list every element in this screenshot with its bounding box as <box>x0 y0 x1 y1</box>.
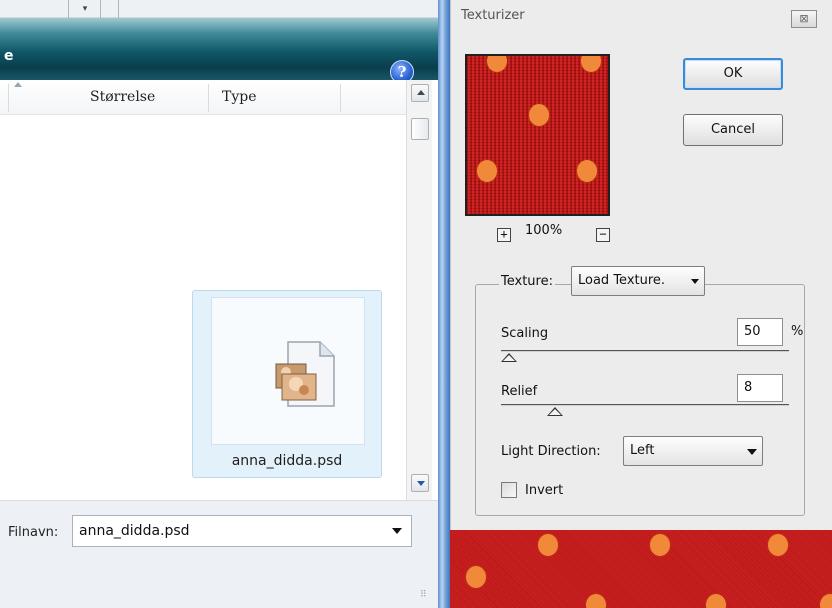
preview-dot <box>529 104 549 126</box>
dropdown-icon[interactable]: ▾ <box>74 2 96 16</box>
scroll-down-button[interactable] <box>411 474 429 492</box>
canvas-dot <box>768 534 788 556</box>
light-direction-select[interactable]: Left <box>623 436 763 466</box>
scaling-input[interactable]: 50 <box>737 318 783 346</box>
arrow-up-icon <box>417 90 425 95</box>
canvas-dot <box>650 534 670 556</box>
ok-button[interactable]: OK <box>683 58 783 90</box>
scrollbar-thumb[interactable] <box>411 118 429 140</box>
texturizer-dialog: Texturizer ⊠ + 100% − OK Cancel Texture:… <box>450 0 832 530</box>
resize-grip-icon[interactable]: ⠿ <box>420 590 427 600</box>
canvas-dot <box>466 566 486 588</box>
strip-separator <box>68 0 69 18</box>
texture-preview[interactable] <box>465 54 610 216</box>
filename-dropdown-icon[interactable] <box>392 528 402 534</box>
scaling-unit: % <box>791 324 804 339</box>
relief-input[interactable]: 8 <box>737 374 783 402</box>
scroll-up-button[interactable] <box>411 84 429 102</box>
column-header: Størrelse Type <box>0 80 406 115</box>
filename-input[interactable]: anna_didda.psd <box>72 515 412 547</box>
zoom-out-button[interactable]: − <box>596 228 610 242</box>
strip-separator <box>100 0 101 18</box>
column-separator <box>208 84 209 112</box>
preview-dot <box>577 160 597 182</box>
texture-select[interactable]: Load Texture. <box>571 266 705 296</box>
light-direction-dropdown-icon[interactable] <box>747 449 757 455</box>
dialog-titlebar: e ? <box>0 18 438 84</box>
canvas-dot <box>586 594 606 608</box>
canvas-dot <box>706 594 726 608</box>
column-separator <box>8 84 9 112</box>
column-size[interactable]: Størrelse <box>90 80 155 115</box>
strip-separator <box>118 0 119 18</box>
texture-label: Texture: <box>499 274 555 289</box>
canvas-dot <box>538 534 558 556</box>
filename-panel: Filnavn: anna_didda.psd <box>0 500 438 608</box>
close-icon[interactable]: ⊠ <box>791 10 817 28</box>
relief-label: Relief <box>501 384 538 399</box>
scaling-label: Scaling <box>501 326 549 341</box>
cancel-button[interactable]: Cancel <box>683 114 783 146</box>
sort-caret-icon <box>14 82 22 87</box>
preview-dot <box>487 56 507 72</box>
dialog-title: e <box>4 48 14 64</box>
address-strip: ▾ <box>0 0 438 18</box>
psd-file-icon <box>275 341 335 407</box>
zoom-level: 100% <box>525 223 563 238</box>
relief-slider-thumb[interactable] <box>547 407 563 416</box>
scaling-slider-track[interactable] <box>501 350 789 352</box>
texturizer-title: Texturizer <box>461 8 525 23</box>
file-thumbnail <box>211 297 365 445</box>
window-divider <box>438 0 450 608</box>
canvas-preview <box>450 530 832 608</box>
invert-checkbox[interactable] <box>501 482 517 498</box>
arrow-down-icon <box>417 481 425 486</box>
filename-label: Filnavn: <box>8 525 59 540</box>
texture-dropdown-icon[interactable] <box>691 279 699 284</box>
vertical-scrollbar[interactable] <box>406 80 432 500</box>
scaling-slider-thumb[interactable] <box>501 353 517 362</box>
desktop: ▾ e ? Størrelse Type anna_didda.psd Filn… <box>0 0 832 608</box>
canvas-dot <box>820 594 832 608</box>
file-open-dialog: ▾ e ? Størrelse Type anna_didda.psd Filn… <box>0 0 438 608</box>
preview-dot <box>477 160 497 182</box>
file-item[interactable]: anna_didda.psd <box>192 290 382 478</box>
preview-dot <box>581 56 601 72</box>
file-name-label: anna_didda.psd <box>231 453 343 469</box>
light-direction-label: Light Direction: <box>501 444 601 459</box>
zoom-in-button[interactable]: + <box>497 228 511 242</box>
column-type[interactable]: Type <box>222 80 257 115</box>
invert-label: Invert <box>525 483 564 498</box>
relief-slider-track[interactable] <box>501 404 789 406</box>
column-separator <box>340 84 341 112</box>
